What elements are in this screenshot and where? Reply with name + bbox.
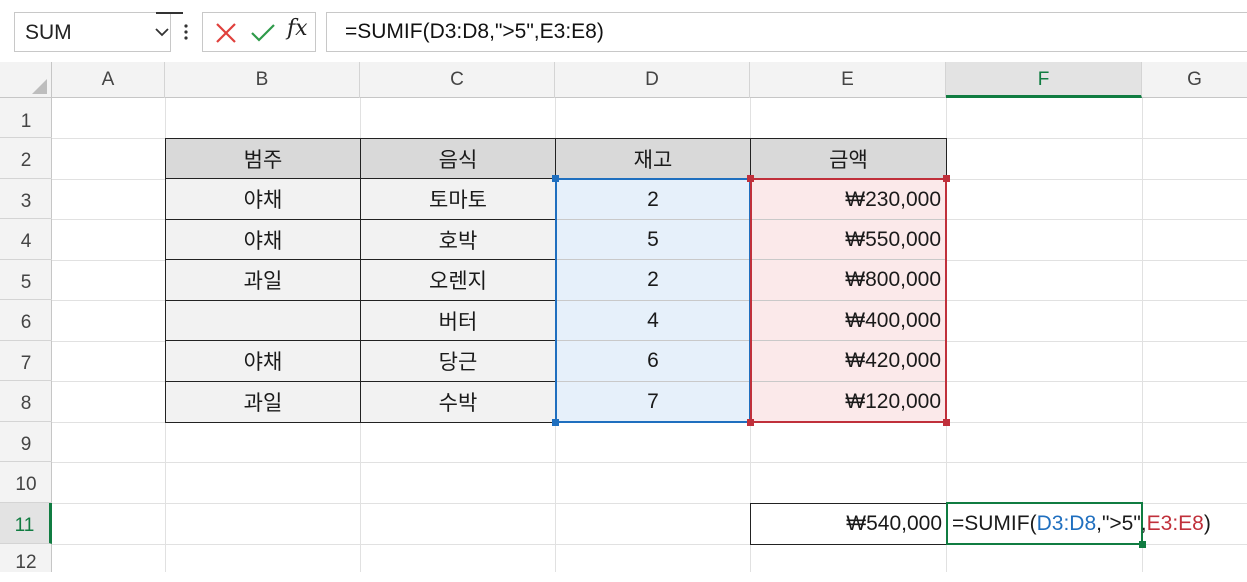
name-box[interactable]: SUM [14,12,183,52]
table-cell[interactable] [165,300,361,342]
table-cell[interactable]: 토마토 [360,178,556,220]
name-box-value: SUM [25,21,72,44]
table-cell[interactable]: ₩120,000 [752,382,945,421]
table-cell[interactable]: 2 [557,260,749,301]
range-handle[interactable] [747,419,754,426]
row-header-4[interactable]: 4 [0,219,52,260]
edit-formula-middle: ,">5", [1096,511,1147,535]
select-all-corner[interactable] [0,62,52,98]
table-cell[interactable]: 5 [557,220,749,260]
range-handle[interactable] [943,419,950,426]
column-header-d[interactable]: D [555,62,750,98]
name-box-indicator [156,12,183,14]
range-handle[interactable] [552,419,559,426]
active-edit-cell-f11[interactable]: =SUMIF(D3:D8 ,">5", E3:E8) [946,502,1211,545]
formula-bar-area: SUM fx =SUMIF(D3:D8,">5",E3:E8) [0,0,1247,62]
cancel-icon[interactable] [215,22,237,44]
table-header-food[interactable]: 음식 [360,138,556,179]
table-cell[interactable]: 호박 [360,219,556,261]
table-cell[interactable]: 4 [557,301,749,341]
table-cell[interactable]: 2 [557,180,749,220]
table-cell[interactable]: 과일 [165,381,361,423]
range-handle[interactable] [747,175,754,182]
chevron-down-icon[interactable] [153,20,171,44]
table-cell[interactable]: 과일 [165,259,361,301]
row-header-column: 1 2 3 4 5 6 7 8 9 10 11 12 [0,98,52,574]
table-cell[interactable]: ₩230,000 [752,180,945,220]
table-cell[interactable]: ₩550,000 [752,220,945,260]
row-header-6[interactable]: 6 [0,300,52,341]
row-header-9[interactable]: 9 [0,422,52,462]
edit-formula-range2: E3:E8 [1146,511,1204,535]
formula-input[interactable]: =SUMIF(D3:D8,">5",E3:E8) [326,12,1247,52]
range-handle[interactable] [552,175,559,182]
edit-formula-suffix: ) [1203,511,1211,535]
enter-check-icon[interactable] [250,22,276,44]
table-cell[interactable]: ₩400,000 [752,301,945,341]
table-cell[interactable]: 오렌지 [360,259,556,301]
result-cell-e11[interactable]: ₩540,000 [750,503,947,545]
row-header-5[interactable]: 5 [0,260,52,300]
table-cell[interactable]: 버터 [360,300,556,342]
column-header-c[interactable]: C [360,62,555,98]
column-header-row: A B C D E F G [0,62,1247,98]
more-options-icon[interactable] [180,18,192,46]
row-header-12[interactable]: 12 [0,544,52,574]
column-header-f[interactable]: F [946,62,1142,98]
select-all-triangle-icon [32,79,47,94]
table-header-amount[interactable]: 금액 [750,138,947,179]
row-header-7[interactable]: 7 [0,341,52,381]
worksheet-grid[interactable]: 범주 음식 재고 금액 야채 토마토 야채 호박 과일 오렌지 버터 야채 당근… [52,98,1247,572]
row-header-11[interactable]: 11 [0,503,52,544]
row-header-10[interactable]: 10 [0,462,52,503]
insert-function-icon[interactable]: fx [287,16,308,41]
edit-formula-prefix: =SUMIF( [952,511,1037,535]
table-cell[interactable]: 7 [557,382,749,421]
column-header-a[interactable]: A [52,62,165,98]
table-cell[interactable]: 6 [557,341,749,382]
row-header-8[interactable]: 8 [0,381,52,422]
column-header-b[interactable]: B [165,62,360,98]
formula-text: =SUMIF(D3:D8,">5",E3:E8) [345,20,604,43]
edit-formula-range1: D3:D8 [1036,511,1097,535]
table-header-category[interactable]: 범주 [165,138,361,179]
table-cell[interactable]: ₩420,000 [752,341,945,382]
column-header-e[interactable]: E [750,62,946,98]
range-handle[interactable] [943,175,950,182]
table-header-stock[interactable]: 재고 [555,138,751,179]
row-header-2[interactable]: 2 [0,138,52,179]
table-cell[interactable]: 야채 [165,219,361,261]
column-header-g[interactable]: G [1142,62,1247,98]
table-cell[interactable]: ₩800,000 [752,260,945,301]
table-cell[interactable]: 당근 [360,340,556,382]
table-cell[interactable]: 야채 [165,178,361,220]
table-cell[interactable]: 수박 [360,381,556,423]
row-header-3[interactable]: 3 [0,179,52,219]
row-header-1[interactable]: 1 [0,98,52,138]
table-cell[interactable]: 야채 [165,340,361,382]
fill-handle[interactable] [1139,541,1146,548]
formula-buttons: fx [202,12,316,52]
